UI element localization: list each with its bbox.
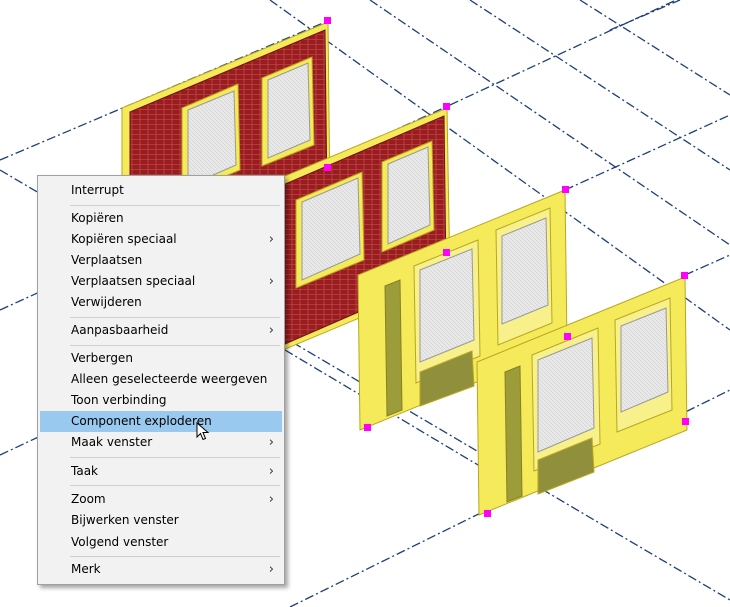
submenu-arrow-icon: ›: [268, 435, 274, 450]
grip-handle[interactable]: [682, 418, 689, 425]
menu-item-aanpasbaarheid[interactable]: Aanpasbaarheid ›: [40, 320, 282, 341]
menu-item-kopieren[interactable]: Kopiëren: [40, 208, 282, 229]
menu-separator: [70, 457, 280, 458]
menu-item-bijwerken-venster[interactable]: Bijwerken venster: [40, 510, 282, 531]
menu-item-label: Interrupt: [71, 183, 124, 197]
menu-item-taak[interactable]: Taak ›: [40, 461, 282, 482]
submenu-arrow-icon: ›: [268, 464, 274, 479]
grip-handle[interactable]: [484, 510, 491, 517]
menu-item-component-exploderen[interactable]: Component exploderen: [40, 411, 282, 432]
menu-item-label: Component exploderen: [71, 414, 212, 428]
submenu-arrow-icon: ›: [268, 323, 274, 338]
submenu-arrow-icon: ›: [268, 562, 274, 577]
menu-separator: [70, 317, 280, 318]
menu-separator: [70, 205, 280, 206]
menu-item-zoom[interactable]: Zoom ›: [40, 489, 282, 510]
menu-item-label: Zoom: [71, 492, 106, 506]
menu-item-label: Toon verbinding: [71, 393, 167, 407]
menu-item-merk[interactable]: Merk ›: [40, 559, 282, 580]
menu-separator: [70, 556, 280, 557]
submenu-arrow-icon: ›: [268, 232, 274, 247]
grip-handle[interactable]: [562, 186, 569, 193]
menu-item-label: Taak: [71, 464, 98, 478]
grip-handle[interactable]: [443, 249, 450, 256]
grip-handle[interactable]: [681, 272, 688, 279]
menu-item-label: Verbergen: [71, 351, 133, 365]
menu-item-label: Alleen geselecteerde weergeven: [71, 372, 268, 386]
menu-item-label: Merk: [71, 562, 101, 576]
menu-item-maak-venster[interactable]: Maak venster ›: [40, 432, 282, 453]
menu-item-verwijderen[interactable]: Verwijderen: [40, 292, 282, 313]
grip-handle[interactable]: [564, 333, 571, 340]
submenu-arrow-icon: ›: [268, 274, 274, 289]
menu-item-toon-verbinding[interactable]: Toon verbinding: [40, 390, 282, 411]
menu-item-label: Verplaatsen: [71, 253, 143, 267]
menu-item-label: Verplaatsen speciaal: [71, 274, 196, 288]
menu-item-verplaatsen-speciaal[interactable]: Verplaatsen speciaal ›: [40, 271, 282, 292]
menu-item-verbergen[interactable]: Verbergen: [40, 348, 282, 369]
menu-item-label: Verwijderen: [71, 295, 142, 309]
menu-item-label: Kopiëren speciaal: [71, 232, 177, 246]
menu-item-alleen-geselecteerde-weergeven[interactable]: Alleen geselecteerde weergeven: [40, 369, 282, 390]
grip-handle[interactable]: [443, 103, 450, 110]
menu-item-interrupt[interactable]: Interrupt: [40, 180, 282, 201]
menu-item-label: Bijwerken venster: [71, 513, 179, 527]
menu-item-verplaatsen[interactable]: Verplaatsen: [40, 250, 282, 271]
menu-item-kopieren-speciaal[interactable]: Kopiëren speciaal ›: [40, 229, 282, 250]
grip-handle[interactable]: [364, 424, 371, 431]
menu-separator: [70, 485, 280, 486]
submenu-arrow-icon: ›: [268, 492, 274, 507]
menu-item-label: Maak venster: [71, 435, 153, 449]
mouse-pointer-icon: [196, 422, 210, 441]
grip-handle[interactable]: [324, 164, 331, 171]
menu-item-label: Kopiëren: [71, 211, 124, 225]
context-menu: Interrupt Kopiëren Kopiëren speciaal › Ve…: [37, 175, 285, 585]
menu-item-label: Aanpasbaarheid: [71, 323, 169, 337]
menu-separator: [70, 345, 280, 346]
menu-item-label: Volgend venster: [71, 535, 169, 549]
menu-item-volgend-venster[interactable]: Volgend venster: [40, 532, 282, 553]
grip-handle[interactable]: [324, 17, 331, 24]
